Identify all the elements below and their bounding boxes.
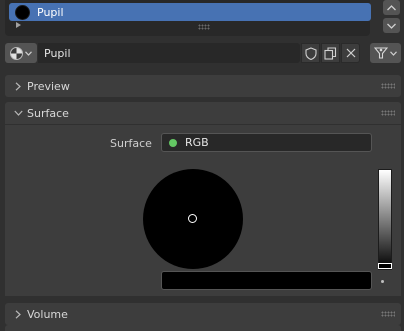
value-slider[interactable] [378, 169, 392, 270]
color-wheel[interactable] [143, 169, 243, 269]
material-slot-list[interactable]: Pupil [5, 0, 371, 36]
fake-user-button[interactable] [301, 43, 320, 63]
color-wheel-cursor[interactable] [188, 214, 197, 223]
list-expand-icon[interactable] [16, 22, 21, 28]
slot-move-down-button[interactable] [383, 18, 400, 33]
chevron-down-icon [390, 50, 397, 56]
preview-panel-header[interactable]: Preview [5, 75, 401, 97]
panel-drag-grip[interactable] [381, 311, 395, 317]
material-swatch-icon [15, 4, 30, 20]
slot-move-up-button[interactable] [383, 0, 400, 15]
node-funnel-icon [374, 47, 388, 59]
material-sphere-icon [10, 46, 23, 60]
surface-panel-header[interactable]: Surface [5, 102, 401, 124]
volume-panel-title: Volume [27, 307, 68, 321]
value-slider-handle[interactable] [378, 263, 392, 269]
next-panel-header[interactable] [5, 325, 401, 331]
chevron-down-icon [25, 50, 32, 56]
chevron-up-icon [387, 4, 396, 10]
shader-socket-icon [168, 137, 178, 148]
surface-panel-title: Surface [27, 106, 69, 120]
shield-icon [304, 46, 317, 60]
preview-panel-title: Preview [27, 79, 70, 93]
surface-shader-selector[interactable]: RGB [161, 133, 372, 152]
surface-shader-value: RGB [185, 136, 209, 149]
material-name: Pupil [44, 46, 71, 60]
chevron-down-icon [13, 108, 23, 118]
value-indicator-dot [381, 280, 384, 283]
chevron-right-icon [13, 309, 23, 319]
browse-material-button[interactable] [5, 43, 37, 63]
material-properties-editor: Pupil Pupil Preview Surface Surface RGB … [0, 0, 404, 331]
chevron-right-icon [13, 81, 23, 91]
node-tree-menu-button[interactable] [370, 43, 401, 63]
unlink-material-button[interactable] [341, 43, 360, 63]
panel-drag-grip[interactable] [381, 110, 395, 116]
duplicate-material-button[interactable] [321, 43, 340, 63]
material-slot-label: Pupil [37, 5, 64, 19]
material-name-field[interactable]: Pupil [38, 43, 300, 63]
chevron-down-icon [387, 23, 396, 29]
color-swatch-field[interactable] [161, 271, 372, 290]
copy-icon [324, 46, 337, 60]
volume-panel-header[interactable]: Volume [5, 303, 401, 325]
material-slot-item[interactable]: Pupil [9, 3, 371, 21]
list-resize-grip[interactable] [198, 24, 210, 30]
surface-field-label: Surface [110, 137, 152, 150]
close-icon [346, 48, 355, 58]
panel-drag-grip[interactable] [381, 83, 395, 89]
